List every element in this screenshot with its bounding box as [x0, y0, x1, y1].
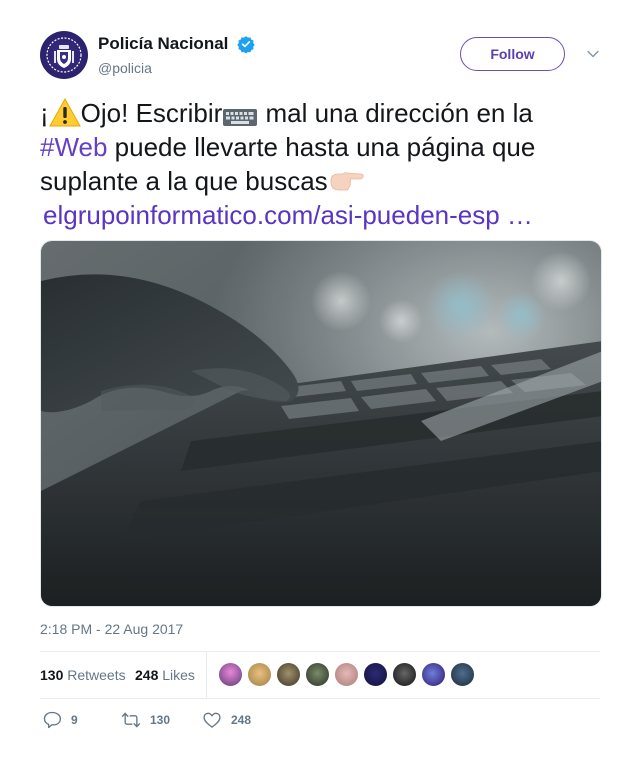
- tweet-text: ¡ Ojo! Escribir mal una dirección en la …: [40, 96, 600, 232]
- tweet-actions: 9 130 248: [40, 708, 600, 732]
- likes-count: 248: [135, 667, 159, 683]
- display-name[interactable]: Policía Nacional: [98, 34, 228, 54]
- hand-on-keyboard-photo: [41, 241, 601, 606]
- tweet-text-part: ¡: [40, 98, 49, 128]
- follow-button[interactable]: Follow: [460, 37, 565, 71]
- author-names: Policía Nacional @policia: [98, 34, 255, 76]
- handle[interactable]: @policia: [98, 60, 255, 76]
- tweet-timestamp[interactable]: 2:18 PM - 22 Aug 2017: [40, 621, 183, 637]
- stats-divider: [206, 652, 207, 698]
- tweet-text-part: Ojo! Escribir: [80, 98, 223, 128]
- liker-avatar[interactable]: [334, 662, 359, 687]
- police-crest-icon: [46, 37, 82, 73]
- keyboard-emoji-icon: [223, 109, 258, 126]
- like-button[interactable]: 248: [202, 708, 272, 732]
- warning-emoji-icon: [48, 98, 81, 127]
- liker-avatar[interactable]: [218, 662, 243, 687]
- tweet-header: Policía Nacional @policia Follow: [40, 31, 600, 81]
- likes-label: Likes: [162, 667, 195, 683]
- retweets-stat[interactable]: 130 Retweets: [40, 667, 126, 683]
- avatar[interactable]: [40, 31, 88, 79]
- hashtag-link[interactable]: #Web: [40, 132, 107, 162]
- retweet-count: 130: [150, 713, 171, 727]
- divider: [40, 698, 600, 699]
- likes-stat[interactable]: 248 Likes: [135, 667, 195, 683]
- reply-button[interactable]: 9: [42, 708, 102, 732]
- reply-icon: [43, 711, 61, 729]
- liker-avatar[interactable]: [247, 662, 272, 687]
- retweets-count: 130: [40, 667, 64, 683]
- article-link[interactable]: elgrupoinformatico.com/asi-pueden-esp …: [43, 198, 600, 232]
- retweet-button[interactable]: 130: [121, 708, 191, 732]
- tweet-text-part: mal una dirección en la: [258, 98, 533, 128]
- chevron-down-icon[interactable]: [586, 47, 600, 61]
- liker-avatar[interactable]: [421, 662, 446, 687]
- verified-badge-icon: [237, 36, 255, 53]
- like-count: 248: [231, 713, 252, 727]
- liker-avatar[interactable]: [450, 662, 475, 687]
- heart-icon: [203, 712, 221, 728]
- tweet-media-image[interactable]: [40, 240, 602, 607]
- reply-count: 9: [71, 713, 78, 727]
- liker-avatar[interactable]: [392, 662, 417, 687]
- liker-avatar[interactable]: [363, 662, 388, 687]
- pointing-right-emoji-icon: [330, 172, 364, 191]
- liker-avatar[interactable]: [305, 662, 330, 687]
- retweet-icon: [121, 712, 141, 728]
- tweet-stats: 130 Retweets 248 Likes: [40, 652, 600, 698]
- retweets-label: Retweets: [67, 667, 126, 683]
- tweet-text-part: puede llevarte hasta una página que supl…: [40, 132, 536, 196]
- liker-avatar[interactable]: [276, 662, 301, 687]
